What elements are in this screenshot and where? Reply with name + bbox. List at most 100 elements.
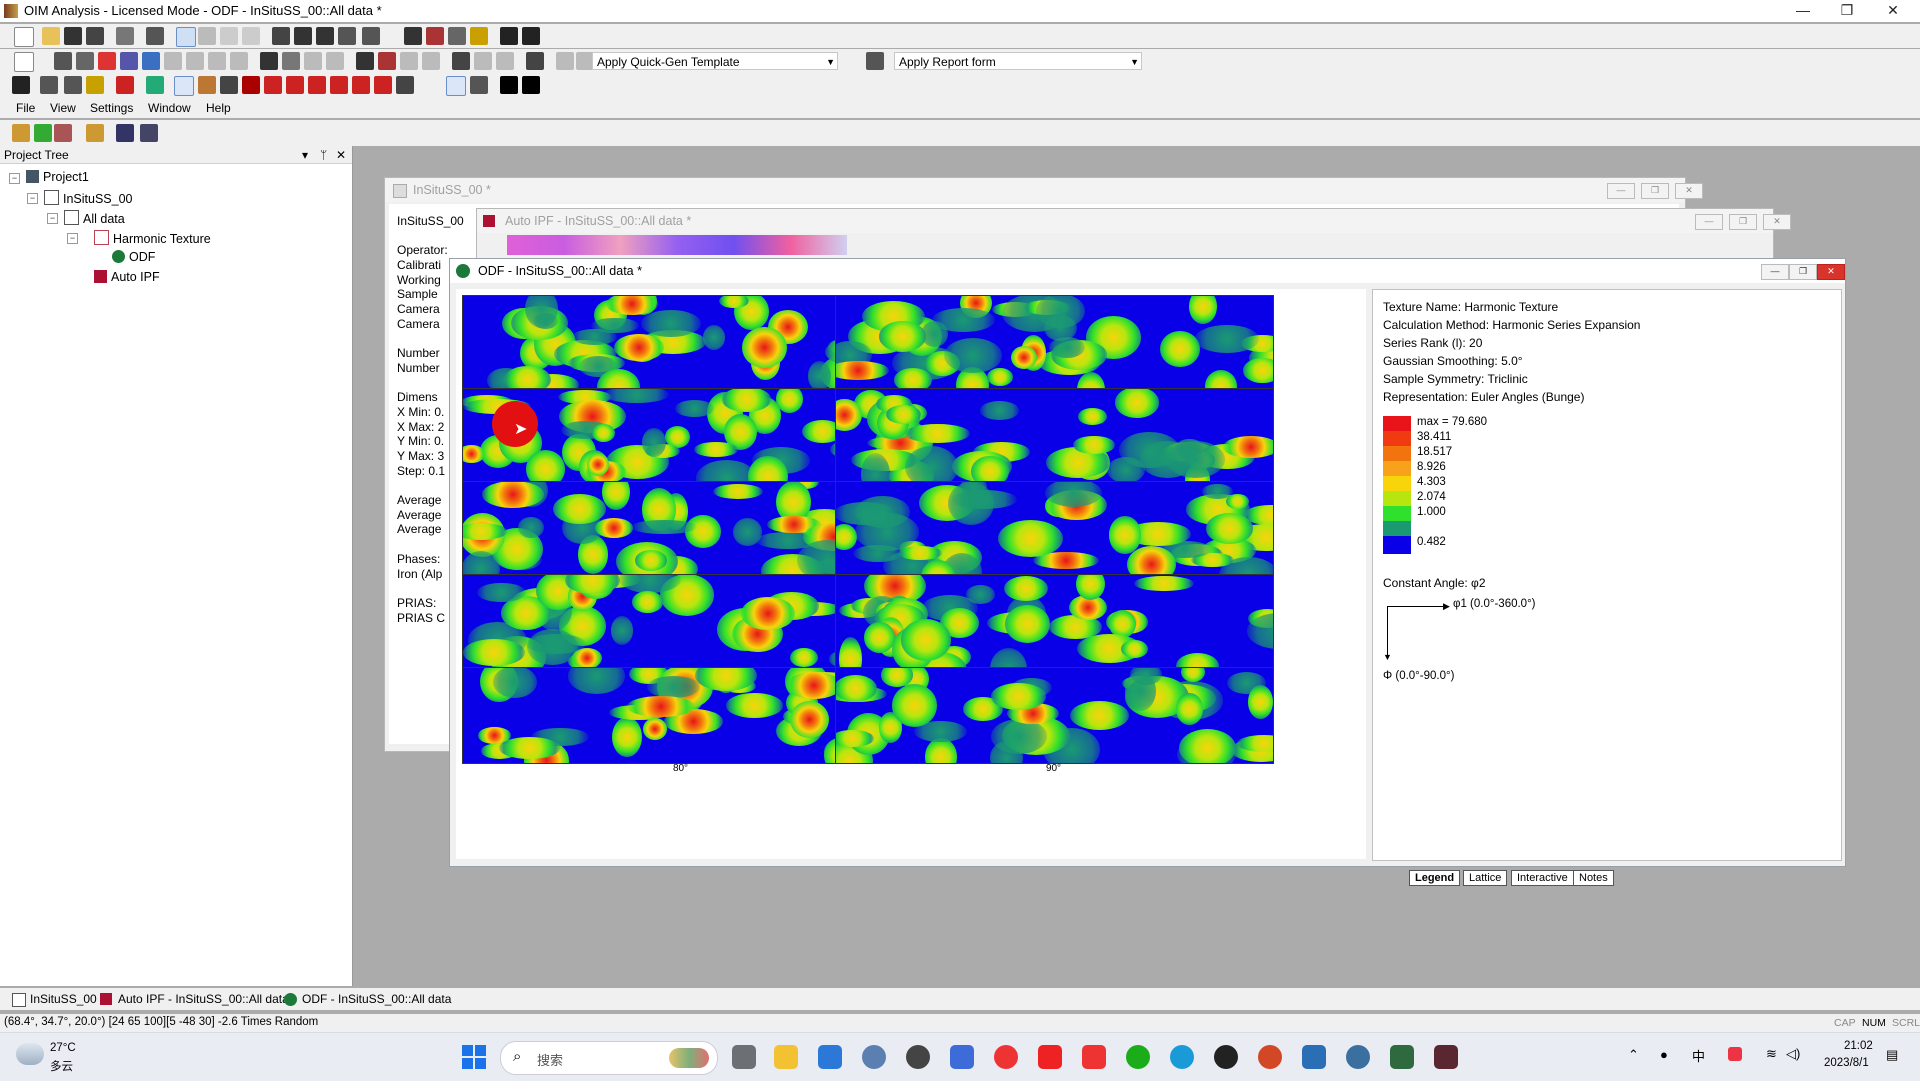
cloud-icon[interactable] xyxy=(16,1043,44,1065)
orientation-icon[interactable] xyxy=(446,76,466,96)
minimize-window-button[interactable]: — xyxy=(1607,183,1635,199)
odf-section-map[interactable] xyxy=(835,481,1274,578)
maximize-window-button[interactable]: ❐ xyxy=(1729,214,1757,230)
powerpoint-icon[interactable] xyxy=(1258,1045,1282,1069)
zoom-out-icon[interactable] xyxy=(220,27,238,45)
chart-bar-icon[interactable] xyxy=(378,52,396,70)
open-folder-icon[interactable] xyxy=(42,27,60,45)
list-icon[interactable] xyxy=(54,124,72,142)
minimize-window-button[interactable]: — xyxy=(1695,214,1723,230)
template-icon[interactable] xyxy=(526,52,544,70)
quick-gen-template-select[interactable]: Apply Quick-Gen Template ▼ xyxy=(592,52,838,70)
tab-legend[interactable]: Legend xyxy=(1409,870,1461,886)
map-icon[interactable] xyxy=(54,52,72,70)
new-template-icon[interactable] xyxy=(14,52,34,72)
line-icon[interactable] xyxy=(286,76,304,94)
collapse-icon[interactable]: − xyxy=(47,213,58,224)
pin-icon[interactable]: ᛘ xyxy=(320,146,327,164)
minimize-button[interactable]: — xyxy=(1786,0,1820,22)
sogou-icon[interactable] xyxy=(1728,1047,1742,1061)
triangle-icon[interactable] xyxy=(282,52,300,70)
star-icon[interactable] xyxy=(308,76,326,94)
wifi-icon[interactable]: ≋ xyxy=(1766,1046,1777,1062)
layout-icon[interactable] xyxy=(338,27,356,45)
brush-icon[interactable] xyxy=(86,76,104,94)
clock-time[interactable]: 21:02 xyxy=(1844,1040,1873,1052)
point-select-icon[interactable] xyxy=(174,76,194,96)
target-icon[interactable] xyxy=(198,76,216,94)
volume-icon[interactable]: ◁) xyxy=(1786,1046,1800,1062)
menu-file[interactable]: File xyxy=(16,101,35,115)
cleanup-icon[interactable] xyxy=(140,124,158,142)
calculator-icon[interactable] xyxy=(950,1045,974,1069)
maximize-button[interactable]: ❐ xyxy=(1830,0,1864,22)
disabled-tool-icon[interactable] xyxy=(326,52,344,70)
tree-item-dataset[interactable]: InSituSS_00 xyxy=(44,190,133,206)
globe-icon[interactable] xyxy=(146,76,164,94)
close-window-button[interactable]: ✕ xyxy=(1817,264,1845,280)
boundary-icon[interactable] xyxy=(40,76,58,94)
close-window-button[interactable]: ✕ xyxy=(1675,183,1703,199)
disabled-tool-icon[interactable] xyxy=(474,52,492,70)
cross-icon[interactable] xyxy=(352,76,370,94)
odf-section-map[interactable] xyxy=(835,667,1274,764)
calendar-icon[interactable] xyxy=(818,1045,842,1069)
odf-window[interactable]: ODF - InSituSS_00::All data * — ❐ ✕ 0°10… xyxy=(449,258,1846,886)
print-icon[interactable] xyxy=(116,27,134,45)
arrow-icon[interactable] xyxy=(330,76,348,94)
notification-icon[interactable]: ▤ xyxy=(1886,1047,1898,1063)
pan-icon[interactable] xyxy=(176,27,196,47)
origin-icon[interactable] xyxy=(1302,1045,1326,1069)
odf-section-map[interactable] xyxy=(835,388,1274,485)
task-view-icon[interactable] xyxy=(732,1045,756,1069)
export-icon[interactable] xyxy=(362,27,380,45)
image-icon[interactable] xyxy=(116,124,134,142)
close-button[interactable]: ✕ xyxy=(1876,0,1910,22)
window-tab-auto-ipf[interactable]: Auto IPF - InSituSS_00::All data xyxy=(118,992,289,1006)
polygon-icon[interactable] xyxy=(264,76,282,94)
save-all-icon[interactable] xyxy=(86,27,104,45)
save-icon[interactable] xyxy=(64,27,82,45)
context-help-icon[interactable] xyxy=(522,27,540,45)
report-icon[interactable] xyxy=(452,52,470,70)
highlight-icon[interactable] xyxy=(470,27,488,45)
disabled-tool-icon[interactable] xyxy=(208,52,226,70)
chevron-up-icon[interactable]: ⌃ xyxy=(1628,1047,1639,1063)
grid-icon[interactable] xyxy=(142,52,160,70)
maximize-window-button[interactable]: ❐ xyxy=(1641,183,1669,199)
zoom-in-icon[interactable] xyxy=(198,27,216,45)
qq-icon[interactable] xyxy=(1214,1045,1238,1069)
disabled-tool-icon[interactable] xyxy=(422,52,440,70)
minimize-window-button[interactable]: — xyxy=(1761,264,1789,280)
histogram-icon[interactable] xyxy=(356,52,374,70)
ime-indicator[interactable]: 中 xyxy=(1692,1046,1705,1065)
collapse-icon[interactable]: − xyxy=(27,193,38,204)
disabled-tool-icon[interactable] xyxy=(230,52,248,70)
search-box[interactable]: ⌕ 搜索 xyxy=(500,1041,718,1075)
disabled-tool-icon[interactable] xyxy=(556,52,574,70)
tree-item-project[interactable]: Project1 xyxy=(26,170,89,184)
windows-start-icon[interactable] xyxy=(462,1045,486,1069)
odf-section-map[interactable] xyxy=(835,295,1274,392)
cascade-icon[interactable] xyxy=(272,27,290,45)
tree-item-all-data[interactable]: All data xyxy=(64,210,125,226)
flip-icon[interactable] xyxy=(470,76,488,94)
grain-icon[interactable] xyxy=(64,76,82,94)
select-icon[interactable] xyxy=(242,27,260,45)
crop-icon[interactable] xyxy=(220,76,238,94)
import-icon[interactable] xyxy=(12,124,30,142)
menu-settings[interactable]: Settings xyxy=(90,101,133,115)
properties-icon[interactable] xyxy=(146,27,164,45)
oim-analysis-icon[interactable] xyxy=(1390,1045,1414,1069)
disabled-tool-icon[interactable] xyxy=(304,52,322,70)
close-panel-icon[interactable]: ✕ xyxy=(336,146,346,164)
netease-music-icon[interactable] xyxy=(994,1045,1018,1069)
close-window-button[interactable]: ✕ xyxy=(1763,214,1791,230)
report-form-icon[interactable] xyxy=(866,52,884,70)
tab-notes[interactable]: Notes xyxy=(1573,870,1614,886)
microphone-icon[interactable]: ● xyxy=(1660,1047,1668,1062)
ruler-icon[interactable] xyxy=(396,76,414,94)
edge-icon[interactable] xyxy=(1170,1045,1194,1069)
youdao-icon[interactable] xyxy=(1038,1045,1062,1069)
menu-view[interactable]: View xyxy=(50,101,76,115)
